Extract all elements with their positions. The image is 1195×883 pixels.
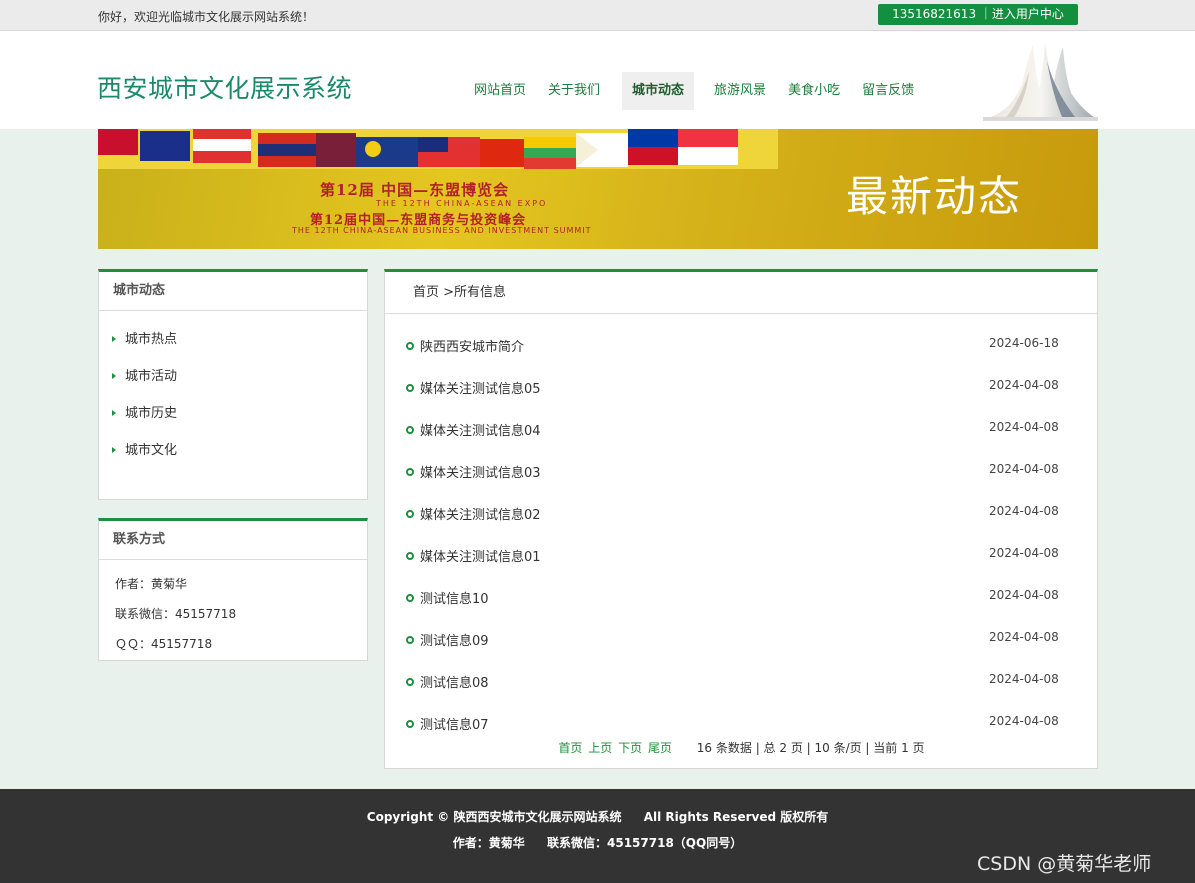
news-title[interactable]: 媒体关注测试信息05 — [420, 378, 541, 397]
category-item[interactable]: 城市热点 — [99, 328, 367, 365]
news-date: 2024-04-08 — [989, 630, 1059, 644]
news-item[interactable]: 测试信息09 2024-04-08 — [385, 619, 1097, 661]
arrow-right-icon — [112, 447, 116, 453]
news-date: 2024-04-08 — [989, 504, 1059, 518]
news-date: 2024-04-08 — [989, 588, 1059, 602]
bullet-circle-icon — [406, 426, 414, 434]
news-title[interactable]: 陕西西安城市简介 — [420, 336, 524, 355]
news-title[interactable]: 媒体关注测试信息04 — [420, 420, 541, 439]
nav-feedback[interactable]: 留言反馈 — [852, 72, 924, 110]
contact-author: 作者：黄菊华 — [115, 577, 188, 591]
news-item[interactable]: 媒体关注测试信息02 2024-04-08 — [385, 493, 1097, 535]
news-list: 陕西西安城市简介 2024-06-18 媒体关注测试信息05 2024-04-08 媒体… — [385, 314, 1097, 745]
landmark-building-image — [983, 43, 1098, 121]
bullet-circle-icon — [406, 384, 414, 392]
news-date: 2024-06-18 — [989, 336, 1059, 350]
category-list: 城市热点 城市活动 城市历史 城市文化 — [99, 311, 367, 476]
expo-subtitle-2: THE 12TH CHINA-ASEAN BUSINESS AND INVEST… — [292, 226, 592, 235]
pager-prev[interactable]: 上页 — [588, 741, 612, 755]
arrow-right-icon — [112, 410, 116, 416]
news-date: 2024-04-08 — [989, 462, 1059, 476]
news-panel: 首页 >所有信息 陕西西安城市简介 2024-06-18 媒体关注测试信息05 202… — [384, 269, 1098, 769]
bullet-circle-icon — [406, 678, 414, 686]
welcome-text: 你好，欢迎光临城市文化展示网站系统！ — [98, 10, 315, 24]
bullet-circle-icon — [406, 510, 414, 518]
pager-next[interactable]: 下页 — [618, 741, 642, 755]
news-date: 2024-04-08 — [989, 672, 1059, 686]
news-item[interactable]: 媒体关注测试信息05 2024-04-08 — [385, 367, 1097, 409]
footer-rights: All Rights Reserved 版权所有 — [643, 810, 829, 824]
contact-panel-title: 联系方式 — [99, 521, 367, 560]
banner-image: 第12届 中国—东盟博览会 THE 12TH CHINA-ASEAN EXPO … — [98, 129, 1098, 249]
nav-food[interactable]: 美食小吃 — [778, 72, 850, 110]
news-date: 2024-04-08 — [989, 420, 1059, 434]
pager-last[interactable]: 尾页 — [648, 741, 672, 755]
pagination: 首页 上页 下页 尾页 16 条数据 | 总 2 页 | 10 条/页 | 当前… — [385, 739, 1097, 756]
top-bar: 你好，欢迎光临城市文化展示网站系统！ 13516821613 ｜进入用户中心 — [0, 0, 1195, 31]
news-item[interactable]: 陕西西安城市简介 2024-06-18 — [385, 325, 1097, 367]
footer-wechat: 联系微信：45157718（QQ同号） — [547, 836, 743, 850]
arrow-right-icon — [112, 336, 116, 342]
pager-first[interactable]: 首页 — [558, 741, 582, 755]
bullet-circle-icon — [406, 594, 414, 602]
contact-qq: ＱＱ：45157718 — [115, 637, 213, 651]
news-title[interactable]: 测试信息08 — [420, 672, 489, 691]
site-title[interactable]: 西安城市文化展示系统 — [97, 69, 352, 105]
contact-panel: 联系方式 作者：黄菊华 联系微信：45157718 ＱＱ：45157718 — [98, 518, 368, 661]
csdn-watermark: CSDN @黄菊华老师 — [977, 853, 1152, 875]
bullet-circle-icon — [406, 720, 414, 728]
pager-info: 16 条数据 | 总 2 页 | 10 条/页 | 当前 1 页 — [696, 741, 925, 755]
news-item[interactable]: 测试信息10 2024-04-08 — [385, 577, 1097, 619]
bullet-circle-icon — [406, 342, 414, 350]
category-panel: 城市动态 城市热点 城市活动 城市历史 城市文化 — [98, 269, 368, 500]
footer-author: 作者：黄菊华 — [452, 836, 525, 850]
category-label: 城市历史 — [125, 406, 178, 421]
category-label: 城市热点 — [125, 332, 178, 347]
news-title[interactable]: 测试信息07 — [420, 714, 489, 733]
footer-copyright: Copyright © 陕西西安城市文化展示网站系统 — [366, 810, 622, 824]
category-label: 城市文化 — [125, 443, 178, 458]
nav-about[interactable]: 关于我们 — [538, 72, 610, 110]
breadcrumb: 首页 >所有信息 — [385, 272, 1097, 314]
arrow-right-icon — [112, 373, 116, 379]
bullet-circle-icon — [406, 552, 414, 560]
site-header: 西安城市文化展示系统 网站首页 关于我们 城市动态 旅游风景 美食小吃 留言反馈 — [0, 31, 1195, 129]
expo-title-1: 第12届 中国—东盟博览会 — [320, 181, 510, 199]
news-date: 2024-04-08 — [989, 714, 1059, 728]
main-nav: 网站首页 关于我们 城市动态 旅游风景 美食小吃 留言反馈 — [464, 72, 926, 110]
category-item[interactable]: 城市历史 — [99, 402, 367, 439]
news-item[interactable]: 媒体关注测试信息03 2024-04-08 — [385, 451, 1097, 493]
nav-city-news[interactable]: 城市动态 — [622, 72, 695, 110]
category-item[interactable]: 城市活动 — [99, 365, 367, 402]
news-title[interactable]: 媒体关注测试信息02 — [420, 504, 541, 523]
news-item[interactable]: 媒体关注测试信息04 2024-04-08 — [385, 409, 1097, 451]
news-title[interactable]: 媒体关注测试信息03 — [420, 462, 541, 481]
news-title[interactable]: 测试信息10 — [420, 588, 489, 607]
news-title[interactable]: 媒体关注测试信息01 — [420, 546, 541, 565]
news-date: 2024-04-08 — [989, 546, 1059, 560]
category-item[interactable]: 城市文化 — [99, 439, 367, 476]
category-panel-title: 城市动态 — [99, 272, 367, 311]
contact-wechat: 联系微信：45157718 — [115, 607, 237, 621]
category-label: 城市活动 — [125, 369, 178, 384]
nav-home[interactable]: 网站首页 — [464, 72, 536, 110]
news-item[interactable]: 媒体关注测试信息01 2024-04-08 — [385, 535, 1097, 577]
nav-scenery[interactable]: 旅游风景 — [704, 72, 776, 110]
bullet-circle-icon — [406, 636, 414, 644]
flags-decoration — [98, 129, 778, 169]
news-date: 2024-04-08 — [989, 378, 1059, 392]
news-title[interactable]: 测试信息09 — [420, 630, 489, 649]
news-item[interactable]: 测试信息08 2024-04-08 — [385, 661, 1097, 703]
bullet-circle-icon — [406, 468, 414, 476]
expo-subtitle-1: THE 12TH CHINA-ASEAN EXPO — [376, 199, 548, 208]
banner-heading: 最新动态 — [846, 172, 1023, 221]
user-center-button[interactable]: 13516821613 ｜进入用户中心 — [878, 4, 1078, 25]
